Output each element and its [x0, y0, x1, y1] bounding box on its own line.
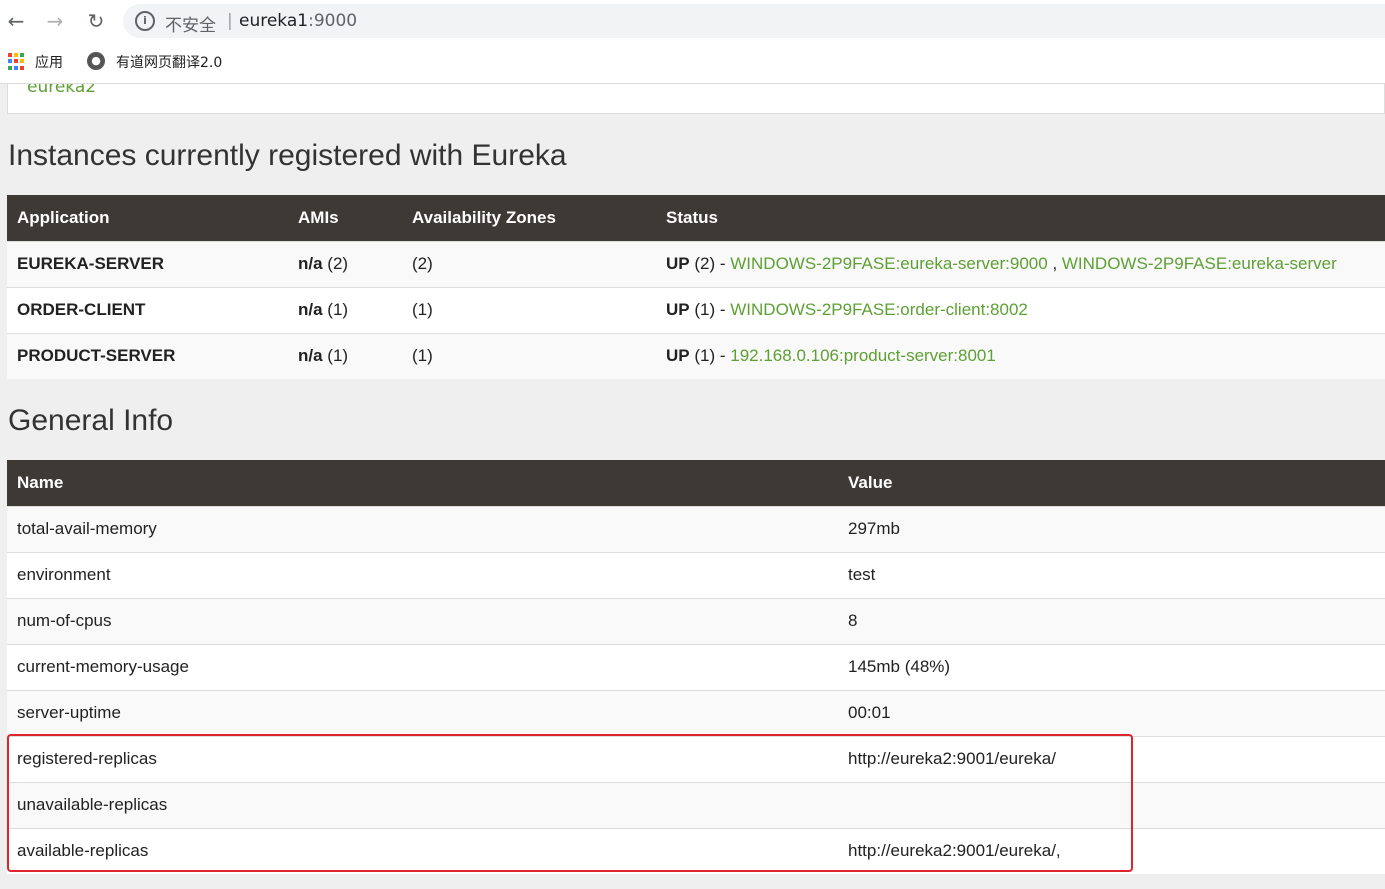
zones-cell: (2)	[402, 240, 656, 287]
status-label: UP	[666, 346, 690, 366]
amis-count: (1)	[327, 346, 349, 366]
amis-count: (2)	[327, 254, 349, 273]
reload-icon[interactable]: ↻	[83, 8, 109, 34]
apps-grid-icon[interactable]	[8, 53, 25, 70]
amis-count: (1)	[327, 300, 349, 319]
general-info-heading: General Info	[8, 404, 174, 437]
bookmarks-bar: 应用 ● 有道网页翻译2.0	[0, 46, 1385, 76]
amis-label: n/a	[298, 300, 323, 319]
replica-link-eureka2[interactable]: eureka2	[27, 84, 96, 97]
col-name: Name	[7, 460, 838, 506]
app-name: EUREKA-SERVER	[7, 240, 288, 287]
info-name: current-memory-usage	[7, 643, 838, 690]
instances-heading: Instances currently registered with Eure…	[8, 139, 567, 172]
col-amis: AMIs	[288, 195, 402, 241]
app-name: PRODUCT-SERVER	[7, 332, 288, 379]
browser-toolbar: ← → ↻ i 不安全 | eureka1:9000 应用 ● 有道网页翻译2.…	[0, 0, 1385, 84]
instances-table: Application AMIs Availability Zones Stat…	[7, 195, 1385, 379]
amis-cell: n/a (2)	[288, 240, 402, 287]
col-value: Value	[838, 460, 1385, 506]
amis-label: n/a	[298, 254, 323, 273]
address-bar[interactable]: i 不安全 | eureka1:9000	[123, 4, 1385, 38]
info-value: test	[838, 551, 1385, 598]
instance-link[interactable]: WINDOWS-2P9FASE:order-client:8002	[730, 300, 1028, 319]
url-text[interactable]: eureka1:9000	[239, 11, 357, 31]
table-row: EUREKA-SERVER n/a (2) (2) UP (2) - WINDO…	[7, 240, 1385, 287]
omnibox-separator: |	[227, 11, 233, 31]
instance-link[interactable]: 192.168.0.106:product-server:8001	[730, 346, 996, 365]
info-value: 8	[838, 597, 1385, 644]
status-label: UP	[666, 300, 690, 319]
info-value: 00:01	[838, 689, 1385, 736]
link-separator: ,	[1047, 254, 1062, 273]
status-count: (2) -	[694, 254, 726, 273]
table-row: server-uptime 00:01	[7, 689, 1385, 736]
table-row: total-avail-memory 297mb	[7, 505, 1385, 552]
info-name: num-of-cpus	[7, 597, 838, 644]
info-name: server-uptime	[7, 689, 838, 736]
status-label: UP	[666, 254, 690, 273]
status-count: (1) -	[694, 346, 726, 366]
ds-replicas-panel: eureka2	[7, 84, 1385, 114]
status-count: (1) -	[694, 300, 726, 319]
back-arrow-icon[interactable]: ←	[3, 8, 29, 34]
table-row: PRODUCT-SERVER n/a (1) (1) UP (1) - 192.…	[7, 332, 1385, 379]
table-row: environment test	[7, 551, 1385, 598]
zones-cell: (1)	[402, 332, 656, 379]
status-cell: UP (1) - 192.168.0.106:product-server:80…	[656, 332, 1385, 379]
bookmark-apps[interactable]: 应用	[35, 52, 63, 72]
amis-cell: n/a (1)	[288, 286, 402, 333]
table-row: current-memory-usage 145mb (48%)	[7, 643, 1385, 690]
info-value: 297mb	[838, 505, 1385, 552]
amis-cell: n/a (1)	[288, 332, 402, 379]
table-row: num-of-cpus 8	[7, 597, 1385, 644]
insecure-label: 不安全	[165, 16, 216, 36]
app-name: ORDER-CLIENT	[7, 286, 288, 333]
general-header-row: Name Value	[7, 460, 1385, 506]
col-availability-zones: Availability Zones	[402, 195, 656, 241]
table-row: ORDER-CLIENT n/a (1) (1) UP (1) - WINDOW…	[7, 286, 1385, 333]
zones-cell: (1)	[402, 286, 656, 333]
info-icon[interactable]: i	[135, 11, 155, 31]
bookmark-youdao[interactable]: 有道网页翻译2.0	[116, 52, 222, 72]
info-value: 145mb (48%)	[838, 643, 1385, 690]
url-host: eureka1	[239, 11, 309, 31]
globe-icon[interactable]: ●	[87, 52, 105, 70]
status-cell: UP (2) - WINDOWS-2P9FASE:eureka-server:9…	[656, 240, 1385, 287]
col-status: Status	[656, 195, 1385, 241]
replicas-highlight-box	[7, 734, 1133, 872]
status-cell: UP (1) - WINDOWS-2P9FASE:order-client:80…	[656, 286, 1385, 333]
forward-arrow-icon[interactable]: →	[42, 8, 68, 34]
instance-link[interactable]: WINDOWS-2P9FASE:eureka-server:9000	[730, 254, 1047, 273]
instances-header-row: Application AMIs Availability Zones Stat…	[7, 195, 1385, 241]
instance-link[interactable]: WINDOWS-2P9FASE:eureka-server	[1062, 254, 1337, 273]
amis-label: n/a	[298, 346, 323, 366]
url-port: :9000	[308, 11, 358, 31]
info-name: environment	[7, 551, 838, 598]
info-name: total-avail-memory	[7, 505, 838, 552]
col-application: Application	[7, 195, 288, 241]
